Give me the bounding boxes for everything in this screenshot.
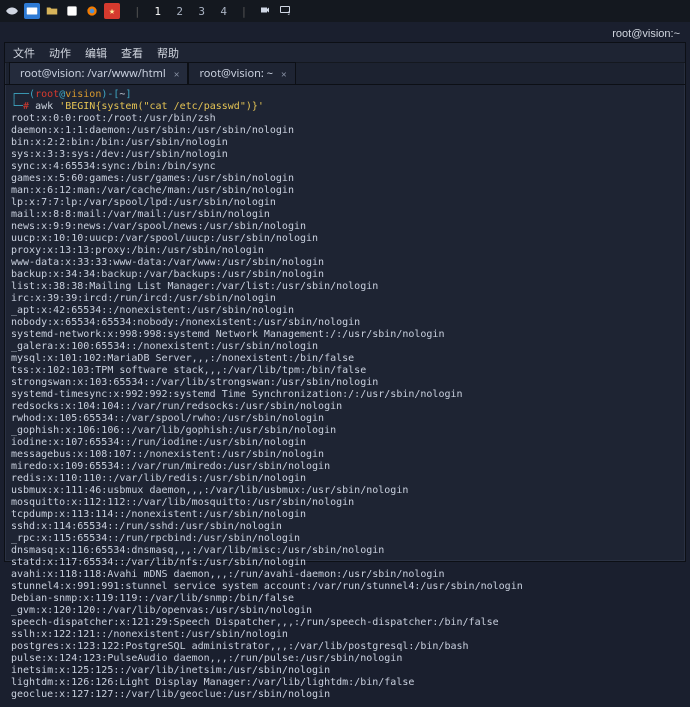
record-icon[interactable] bbox=[259, 4, 271, 19]
app-icon[interactable] bbox=[64, 3, 80, 19]
os-taskbar: ★ | 1234 | 2 bbox=[0, 0, 690, 22]
svg-text:2: 2 bbox=[288, 11, 291, 16]
display-icon[interactable]: 2 bbox=[279, 4, 291, 19]
kali-menu-icon[interactable] bbox=[4, 3, 20, 19]
flag-app-icon[interactable]: ★ bbox=[104, 3, 120, 19]
close-icon[interactable]: × bbox=[281, 67, 287, 81]
workspace-1[interactable]: 1 bbox=[151, 5, 165, 18]
close-icon[interactable]: × bbox=[174, 67, 180, 81]
terminal-output[interactable]: ┌──(root@vision)-[~] └─# awk 'BEGIN{syst… bbox=[5, 85, 685, 707]
terminal-tab[interactable]: root@vision: ~ × bbox=[188, 62, 295, 84]
menu-item[interactable]: 查看 bbox=[121, 45, 143, 61]
folder-icon[interactable] bbox=[44, 3, 60, 19]
workspace-divider: | bbox=[134, 5, 141, 18]
file-manager-icon[interactable] bbox=[24, 3, 40, 19]
window-title-host: root@vision:~ bbox=[612, 28, 680, 40]
workspace-2[interactable]: 2 bbox=[173, 5, 187, 18]
firefox-icon[interactable] bbox=[84, 3, 100, 19]
tab-label: root@vision: ~ bbox=[199, 66, 273, 81]
tabbar: root@vision: /var/www/html×root@vision: … bbox=[5, 63, 685, 85]
menu-item[interactable]: 文件 bbox=[13, 45, 35, 61]
terminal-tab[interactable]: root@vision: /var/www/html × bbox=[9, 62, 188, 84]
workspace-4[interactable]: 4 bbox=[217, 5, 231, 18]
workspace-divider: | bbox=[241, 5, 248, 18]
menu-item[interactable]: 动作 bbox=[49, 45, 71, 61]
menu-item[interactable]: 帮助 bbox=[157, 45, 179, 61]
menu-item[interactable]: 编辑 bbox=[85, 45, 107, 61]
terminal-window: 文件动作编辑查看帮助 root@vision: /var/www/html×ro… bbox=[4, 42, 686, 562]
menubar: 文件动作编辑查看帮助 bbox=[5, 43, 685, 63]
workspace-3[interactable]: 3 bbox=[195, 5, 209, 18]
tab-label: root@vision: /var/www/html bbox=[20, 66, 166, 81]
